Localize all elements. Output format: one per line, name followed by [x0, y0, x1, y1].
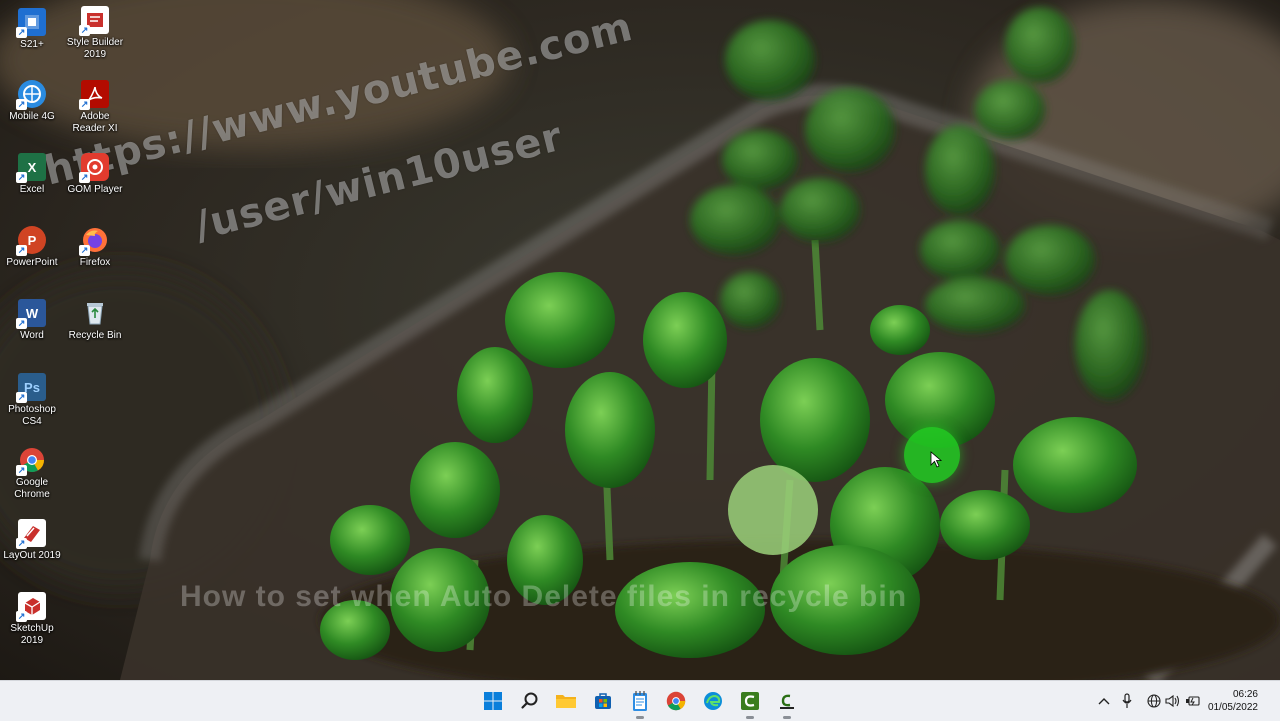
desktop-icon-label: Recycle Bin	[68, 330, 122, 341]
edge-taskbar-button[interactable]	[699, 687, 727, 715]
chrome-icon	[666, 691, 686, 711]
search-icon	[521, 692, 538, 709]
notepad-button[interactable]	[626, 687, 654, 719]
photoshop-icon: Ps ↗	[16, 373, 46, 403]
desktop-icon-chrome[interactable]: ↗ Google Chrome	[0, 446, 64, 501]
camtasia-icon	[741, 692, 759, 710]
microsoft-store-button[interactable]	[589, 687, 617, 715]
adobe-reader-icon: ↗	[79, 80, 109, 110]
video-caption: How to set when Auto Delete files in rec…	[180, 580, 908, 613]
file-explorer-button[interactable]	[552, 687, 580, 715]
camtasia-recorder-button[interactable]	[773, 687, 801, 719]
notepad-icon	[633, 691, 647, 711]
clock-date: 01/05/2022	[1207, 702, 1258, 713]
battery-icon[interactable]	[1185, 693, 1201, 709]
desktop-icon-label: GOM Player	[67, 184, 123, 195]
excel-icon: X ↗	[16, 153, 46, 183]
start-button[interactable]	[479, 687, 507, 715]
desktop-icon-word[interactable]: W ↗ Word	[0, 299, 64, 342]
desktop-icon-excel[interactable]: X ↗ Excel	[0, 153, 64, 196]
taskbar-clock[interactable]: 06:26 01/05/2022	[1208, 688, 1258, 714]
search-button[interactable]	[516, 687, 544, 715]
sketchup-icon: ↗	[16, 592, 46, 622]
desktop-icon-label: PowerPoint	[6, 257, 58, 268]
desktop-icon-gom-player[interactable]: ↗ GOM Player	[63, 153, 127, 196]
layout-icon: ↗	[16, 519, 46, 549]
chrome-taskbar-button[interactable]	[662, 687, 690, 715]
show-hidden-icons-chevron-up-icon[interactable]	[1096, 693, 1112, 709]
powerpoint-icon: P ↗	[16, 226, 46, 256]
clock-time: 06:26	[1232, 689, 1258, 700]
desktop-icon-label: Google Chrome	[14, 477, 50, 500]
desktop-icon-powerpoint[interactable]: P ↗ PowerPoint	[0, 226, 64, 269]
mouse-cursor-highlight	[904, 427, 960, 483]
camtasia-recorder-icon	[780, 694, 794, 709]
mobile-4g-icon: ↗	[16, 80, 46, 110]
desktop-wallpaper	[0, 0, 1280, 680]
store-icon	[595, 693, 611, 709]
microphone-icon[interactable]	[1119, 693, 1135, 709]
taskbar: 06:26 01/05/2022	[0, 680, 1280, 721]
edge-icon	[704, 692, 722, 710]
desktop-icon-s21[interactable]: ↗ S21+	[0, 8, 64, 51]
mouse-pointer-icon	[930, 451, 943, 468]
desktop-icon-label: Firefox	[79, 257, 111, 268]
desktop-icon-label: Photoshop CS4	[8, 404, 56, 427]
desktop-icon-layout[interactable]: ↗ LayOut 2019	[0, 519, 64, 562]
speaker-volume-icon[interactable]	[1165, 693, 1181, 709]
desktop-icon-label: LayOut 2019	[3, 550, 61, 561]
desktop-icon-adobe-reader[interactable]: ↗ Adobe Reader XI	[63, 80, 127, 135]
desktop-icon-label: Word	[20, 330, 44, 341]
style-builder-icon: ↗	[79, 6, 109, 36]
desktop-icon-style-builder[interactable]: ↗ Style Builder 2019	[63, 6, 127, 61]
firefox-icon: ↗	[79, 226, 109, 256]
chrome-icon: ↗	[16, 446, 46, 476]
gom-player-icon: ↗	[79, 153, 109, 183]
desktop-icon-label: SketchUp 2019	[10, 623, 54, 646]
recycle-bin-icon	[81, 299, 109, 327]
desktop-icon-photoshop[interactable]: Ps ↗ Photoshop CS4	[0, 373, 64, 428]
desktop-icon-mobile-4g[interactable]: ↗ Mobile 4G	[0, 80, 64, 123]
desktop-icon-label: Excel	[19, 184, 45, 195]
desktop-icon-firefox[interactable]: ↗ Firefox	[63, 226, 127, 269]
windows-logo-icon	[484, 692, 502, 710]
desktop-icon-label: Mobile 4G	[9, 111, 55, 122]
desktop-icon-recycle-bin[interactable]: Recycle Bin	[63, 299, 127, 342]
network-globe-icon[interactable]	[1146, 693, 1162, 709]
desktop-icon-label: S21+	[20, 39, 44, 50]
word-icon: W ↗	[16, 299, 46, 329]
desktop-icon-label: Style Builder 2019	[66, 37, 124, 60]
folder-icon	[556, 695, 576, 708]
camtasia-button[interactable]	[736, 687, 764, 719]
s21-shortcut-icon: ↗	[16, 8, 46, 38]
desktop-icon-sketchup[interactable]: ↗ SketchUp 2019	[0, 592, 64, 647]
desktop-icon-label: Adobe Reader XI	[72, 111, 118, 134]
